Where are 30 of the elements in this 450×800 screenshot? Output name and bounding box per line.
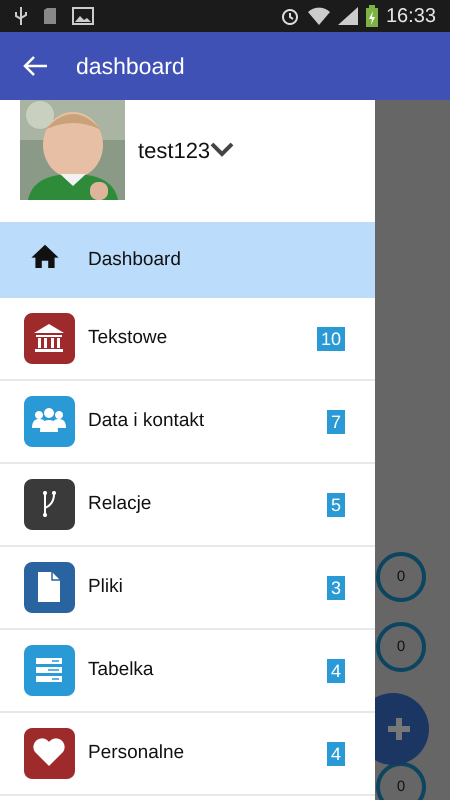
count-label: 4: [326, 742, 345, 766]
counter-value: 0: [396, 636, 406, 657]
usb-icon: [14, 6, 28, 26]
back-arrow-icon[interactable]: [22, 55, 48, 77]
menu-label: Data i kontakt: [88, 409, 204, 434]
count-label: 4: [326, 658, 345, 682]
count-label: 5: [326, 492, 345, 516]
count-label: 10: [316, 326, 345, 350]
menu-label: Dashboard: [88, 248, 181, 272]
counter-value: 0: [396, 566, 406, 587]
user-name: test123: [138, 136, 210, 164]
wifi-icon: [308, 6, 330, 26]
sd-card-icon: [44, 8, 56, 24]
count-label: 7: [326, 410, 345, 434]
time-text: 16:33: [386, 4, 436, 29]
count-label: 3: [326, 576, 345, 600]
counter-value: 0: [396, 776, 406, 797]
screen-title: dashboard: [76, 52, 185, 81]
menu-label: Pliki: [88, 575, 123, 600]
alarm-icon: [280, 6, 300, 26]
image-icon: [72, 7, 94, 25]
menu-item[interactable]: Dashboard: [0, 222, 375, 298]
signal-icon: [338, 7, 358, 25]
menu-label: Personalne: [88, 741, 184, 766]
add-icon[interactable]: [386, 716, 412, 742]
battery-icon: [366, 5, 378, 27]
menu-label: Tekstowe: [88, 326, 168, 350]
chevron-down-icon[interactable]: [210, 142, 234, 158]
menu-label: Tabelka: [88, 658, 154, 682]
menu-label: Relacje: [88, 492, 152, 516]
